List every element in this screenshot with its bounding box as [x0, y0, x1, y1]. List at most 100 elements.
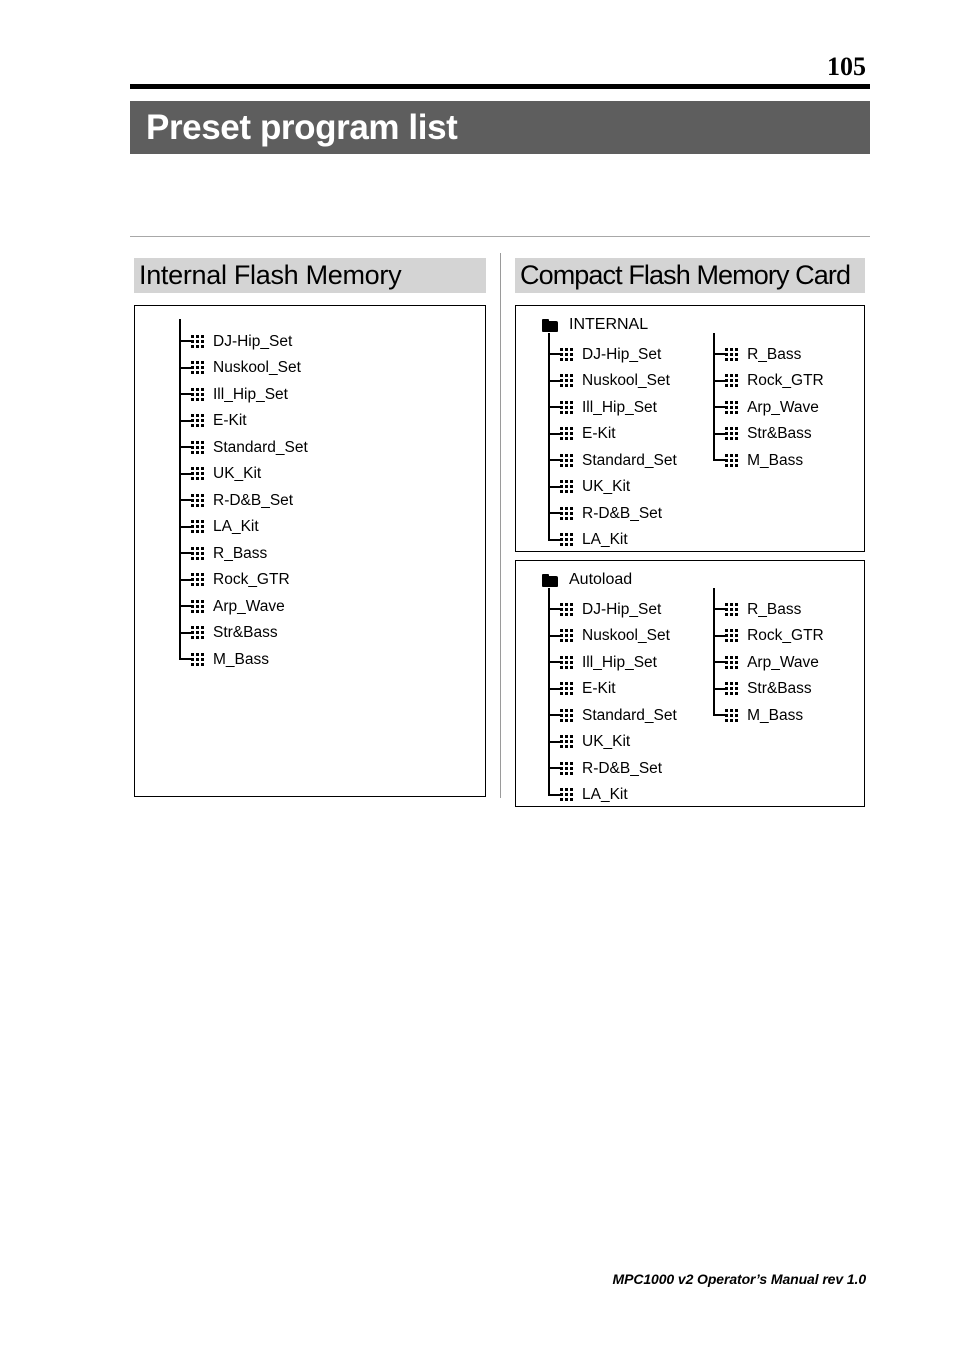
tree-branch-line: [548, 459, 560, 462]
program-list-item[interactable]: DJ-Hip_Set: [548, 596, 713, 623]
program-grid-icon: [560, 682, 573, 696]
program-grid-icon: [725, 602, 739, 616]
program-grid-icon: [560, 427, 573, 441]
program-grid-icon: [191, 440, 204, 454]
program-list-item[interactable]: M_Bass: [713, 702, 864, 729]
program-grid-icon: [191, 334, 204, 348]
program-list-item[interactable]: Nuskool_Set: [179, 355, 485, 382]
program-grid-icon: [725, 400, 739, 414]
program-name: R-D&B_Set: [213, 491, 294, 509]
program-list-item[interactable]: Str&Bass: [713, 421, 864, 448]
program-grid-icon: [725, 708, 739, 722]
compact-flash-panel-autoload: Autoload DJ-Hip_Set Nuskool_Set Ill_Hip_Se…: [515, 560, 865, 807]
program-list-item[interactable]: Arp_Wave: [179, 593, 485, 620]
tree-branch-line: [179, 366, 191, 369]
tree-branch-line: [713, 459, 726, 462]
program-list-item[interactable]: R_Bass: [713, 341, 864, 368]
tree-branch-line: [179, 393, 191, 396]
folder-row-internal[interactable]: INTERNAL: [516, 312, 864, 338]
folder-row-autoload[interactable]: Autoload: [516, 567, 864, 593]
program-list-item[interactable]: R_Bass: [713, 596, 864, 623]
program-list-item[interactable]: Str&Bass: [179, 620, 485, 647]
program-grid-icon: [560, 761, 573, 775]
program-name: DJ-Hip_Set: [582, 345, 662, 363]
tree-branch-line: [713, 432, 726, 435]
program-name: E-Kit: [582, 425, 616, 442]
program-list-item[interactable]: Standard_Set: [548, 447, 713, 474]
program-list-item[interactable]: Standard_Set: [548, 702, 713, 729]
program-list-item[interactable]: LA_Kit: [548, 527, 713, 554]
program-list-item[interactable]: R-D&B_Set: [548, 755, 713, 782]
program-list-item[interactable]: E-Kit: [179, 408, 485, 435]
program-list-item[interactable]: UK_Kit: [548, 729, 713, 756]
program-list-item[interactable]: Nuskool_Set: [548, 368, 713, 395]
program-list-item[interactable]: Ill_Hip_Set: [179, 381, 485, 408]
program-list-item[interactable]: Str&Bass: [713, 676, 864, 703]
tree-branch-line: [548, 767, 560, 770]
tree-branch-line: [713, 608, 726, 611]
tree-branch-line: [548, 714, 560, 717]
program-name: Arp_Wave: [747, 398, 819, 416]
program-list-item[interactable]: Rock_GTR: [179, 567, 485, 594]
program-grid-icon: [560, 347, 573, 361]
program-name: Ill_Hip_Set: [582, 653, 657, 671]
page-title-bar: Preset program list: [130, 101, 870, 154]
program-name: R_Bass: [213, 544, 268, 562]
tree-branch-line: [713, 634, 726, 637]
program-grid-icon: [191, 387, 204, 401]
page-number: 105: [827, 52, 866, 81]
program-list-item[interactable]: DJ-Hip_Set: [548, 341, 713, 368]
program-tree: DJ-Hip_Set Nuskool_Set Ill_Hip_Set E-Kit Sta…: [548, 588, 713, 809]
program-list-item[interactable]: Rock_GTR: [713, 368, 864, 395]
program-list-item[interactable]: UK_Kit: [179, 461, 485, 488]
program-list-item[interactable]: R_Bass: [179, 540, 485, 567]
program-list-item[interactable]: Rock_GTR: [713, 623, 864, 650]
program-name: R-D&B_Set: [582, 759, 663, 777]
program-list-item[interactable]: UK_Kit: [548, 474, 713, 501]
program-name: DJ-Hip_Set: [213, 332, 293, 350]
compact-flash-tree-internal: DJ-Hip_Set Nuskool_Set Ill_Hip_Set E-Kit Sta…: [516, 333, 864, 554]
tree-branch-line: [179, 340, 191, 343]
program-list-item[interactable]: Arp_Wave: [713, 649, 864, 676]
program-name: R_Bass: [747, 600, 802, 618]
program-list-item[interactable]: R-D&B_Set: [548, 500, 713, 527]
tree-branch-line: [713, 379, 726, 382]
program-list-item[interactable]: R-D&B_Set: [179, 487, 485, 514]
program-name: Rock_GTR: [747, 372, 824, 389]
program-grid-icon: [560, 480, 573, 494]
program-name: Str&Bass: [747, 425, 812, 442]
program-grid-icon: [725, 374, 739, 388]
program-name: Standard_Set: [582, 706, 677, 724]
page-footer: MPC1000 v2 Operator’s Manual rev 1.0: [612, 1271, 867, 1287]
tree-branch-line: [713, 687, 726, 690]
program-name: Str&Bass: [747, 680, 812, 697]
program-tree: R_Bass Rock_GTR Arp_Wave Str&Bass M_Bass: [713, 588, 864, 729]
program-name: UK_Kit: [582, 733, 631, 750]
program-grid-icon: [191, 467, 204, 481]
program-list-item[interactable]: Ill_Hip_Set: [548, 394, 713, 421]
tree-branch-line: [179, 631, 191, 634]
program-list-item[interactable]: DJ-Hip_Set: [179, 328, 485, 355]
program-grid-icon: [725, 347, 739, 361]
compact-flash-column: Compact Flash Memory Card INTERNAL DJ-Hi…: [515, 258, 865, 807]
program-list-item[interactable]: M_Bass: [713, 447, 864, 474]
program-list-item[interactable]: Ill_Hip_Set: [548, 649, 713, 676]
tree-branch-line: [179, 499, 191, 502]
program-list-item[interactable]: LA_Kit: [548, 782, 713, 809]
program-grid-icon: [725, 629, 739, 643]
program-list-item[interactable]: E-Kit: [548, 676, 713, 703]
program-name: LA_Kit: [582, 531, 628, 548]
program-grid-icon: [560, 533, 573, 547]
program-list-item[interactable]: Standard_Set: [179, 434, 485, 461]
program-list-item[interactable]: LA_Kit: [179, 514, 485, 541]
program-list-item[interactable]: Nuskool_Set: [548, 623, 713, 650]
program-list-item[interactable]: E-Kit: [548, 421, 713, 448]
program-list-item[interactable]: Arp_Wave: [713, 394, 864, 421]
tree-branch-line: [713, 661, 726, 664]
program-name: Arp_Wave: [747, 653, 819, 671]
tree-branch-line: [548, 379, 560, 382]
program-name: Rock_GTR: [213, 571, 290, 588]
program-tree: DJ-Hip_Set Nuskool_Set Ill_Hip_Set E-Kit Sta…: [179, 319, 485, 673]
program-name: Nuskool_Set: [582, 627, 670, 644]
program-list-item[interactable]: M_Bass: [179, 646, 485, 673]
